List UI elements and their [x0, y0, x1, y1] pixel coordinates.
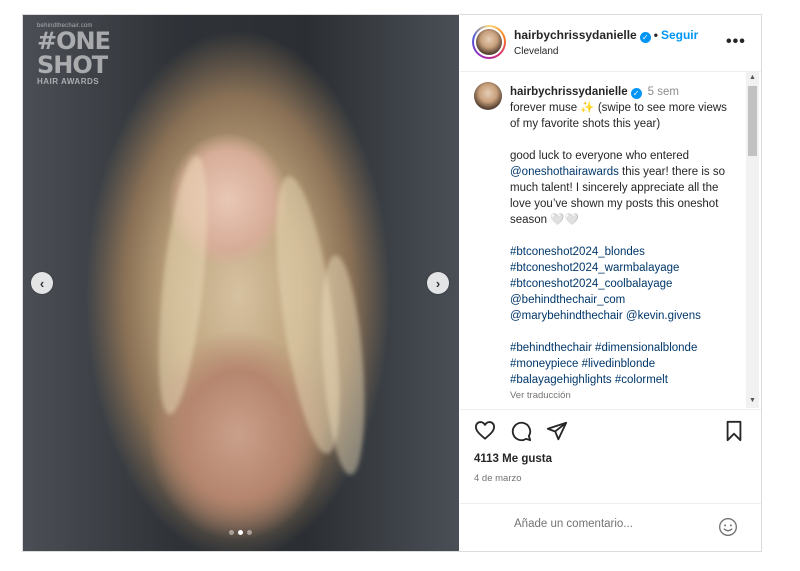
share-button[interactable] [546, 420, 568, 447]
caption-line: forever muse ✨ (swipe to see more views … [510, 102, 727, 130]
hashtag-link[interactable]: #moneypiece [510, 358, 578, 370]
post-sidebar: hairbychrissydanielle ✓ • Seguir Cleveland … [460, 15, 761, 551]
more-options-icon[interactable]: ••• [726, 33, 746, 51]
carousel-dot [247, 530, 252, 535]
comment-icon [511, 421, 532, 442]
watermark-title: #ONE SHOT [37, 27, 111, 79]
photo-blonde-model [23, 15, 459, 551]
bookmark-icon [726, 420, 742, 442]
location-link[interactable]: Cleveland [514, 46, 558, 57]
like-count[interactable]: 4113 Me gusta [474, 453, 552, 465]
watermark-logo: behindthechair.com #ONE SHOT HAIR AWARDS [37, 23, 111, 86]
chevron-right-icon: › [435, 275, 441, 291]
caption-body: hairbychrissydanielle ✓ 5 sem forever muse… [510, 84, 736, 404]
comment-bar [460, 503, 761, 552]
hashtag-link[interactable]: #btconeshot2024_coolbalayage [510, 276, 736, 292]
scroll-up-icon[interactable]: ▲ [749, 74, 756, 81]
scroll-down-icon[interactable]: ▼ [749, 397, 756, 404]
caption-username[interactable]: hairbychrissydanielle [510, 86, 628, 98]
mention-link[interactable]: @behindthechair_com [510, 292, 736, 308]
hashtag-link[interactable]: #btconeshot2024_blondes [510, 244, 736, 260]
mention-link[interactable]: @kevin.givens [626, 310, 701, 322]
caption-paragraph: good luck to everyone who entered @onesh… [510, 148, 736, 228]
heart-icon [474, 421, 495, 440]
avatar [476, 29, 502, 55]
instagram-post: behindthechair.com #ONE SHOT HAIR AWARDS… [22, 14, 762, 552]
comment-button[interactable] [510, 420, 532, 447]
hashtag-link[interactable]: #btconeshot2024_warmbalayage [510, 260, 736, 276]
header-separator: • [653, 28, 658, 42]
carousel-indicator [229, 530, 252, 535]
mention-link[interactable]: @marybehindthechair [510, 310, 623, 322]
next-slide-button[interactable]: › [427, 272, 449, 294]
previous-slide-button[interactable]: ‹ [31, 272, 53, 294]
story-ring-avatar[interactable] [472, 25, 506, 59]
post-date[interactable]: 4 de marzo [474, 473, 522, 484]
caption-text: good luck to everyone who entered [510, 150, 690, 162]
caption-time: 5 sem [647, 86, 679, 98]
save-button[interactable] [724, 420, 744, 447]
mention-link[interactable]: @oneshothairawards [510, 166, 619, 178]
caption-area[interactable]: hairbychrissydanielle ✓ 5 sem forever muse… [460, 72, 761, 408]
carousel-dot-active [238, 530, 243, 535]
emoji-icon [719, 518, 737, 536]
hashtag-link[interactable]: #dimensionalblonde [595, 342, 697, 354]
post-media[interactable]: behindthechair.com #ONE SHOT HAIR AWARDS… [23, 15, 459, 551]
verified-icon: ✓ [630, 88, 642, 99]
action-bar [460, 409, 761, 454]
header-username[interactable]: hairbychrissydanielle [514, 28, 637, 42]
chevron-left-icon: ‹ [39, 275, 45, 291]
emoji-button[interactable] [718, 517, 738, 542]
watermark-subtitle: HAIR AWARDS [37, 77, 100, 86]
comment-input[interactable] [512, 517, 716, 531]
caption-scrollbar[interactable]: ▲ ▼ [746, 72, 759, 408]
see-translation-link[interactable]: Ver traducción [510, 388, 736, 404]
verified-icon: ✓ [639, 32, 651, 43]
scroll-thumb[interactable] [748, 86, 757, 156]
caption-avatar[interactable] [474, 82, 502, 110]
follow-button[interactable]: Seguir [661, 28, 698, 42]
hashtag-link[interactable]: #behindthechair [510, 342, 592, 354]
hashtag-link[interactable]: #colormelt [615, 374, 668, 386]
like-button[interactable] [474, 420, 496, 445]
carousel-dot [229, 530, 234, 535]
hashtag-link[interactable]: #livedinblonde [582, 358, 656, 370]
post-header: hairbychrissydanielle ✓ • Seguir Cleveland … [460, 15, 761, 72]
hashtag-link[interactable]: #balayagehighlights [510, 374, 612, 386]
share-icon [546, 421, 568, 441]
